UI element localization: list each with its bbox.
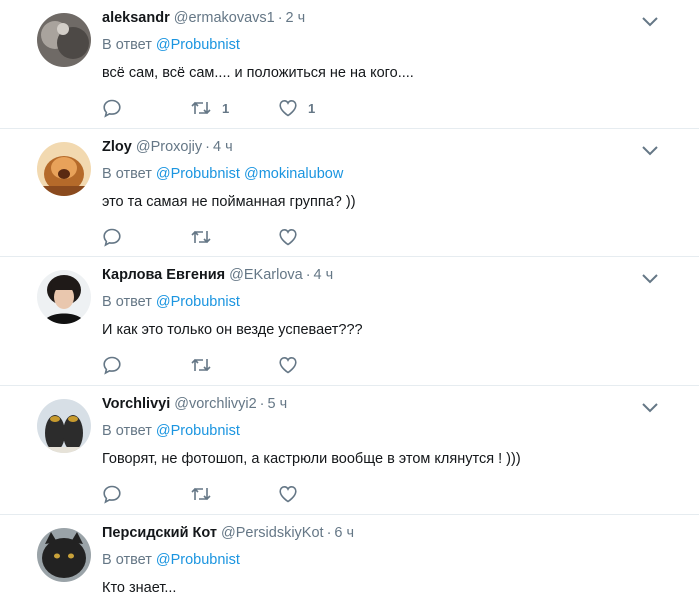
reply-bubble-icon: [103, 228, 121, 247]
tweet-header: Карлова Евгения @EKarlova · 4 ч: [102, 267, 333, 283]
reply-to-line: В ответ @Probubnist @mokinalubow: [102, 166, 343, 182]
reply-to-line: В ответ @Probubnist: [102, 423, 240, 439]
reply-button[interactable]: [102, 355, 122, 375]
retweet-icon: [191, 101, 211, 115]
tweet-text: это та самая не пойманная группа? )): [102, 194, 356, 210]
mention-link[interactable]: @Probubnist: [156, 423, 240, 439]
retweet-button[interactable]: [190, 355, 222, 375]
reply-button[interactable]: [102, 98, 122, 118]
user-name[interactable]: Zloy: [102, 139, 132, 155]
avatar[interactable]: [37, 528, 91, 582]
tweet[interactable]: aleksandr @ermakovavs1 · 2 ч В ответ @Prob…: [0, 0, 699, 129]
reply-to-line: В ответ @Probubnist: [102, 294, 240, 310]
tweet-time[interactable]: 5 ч: [268, 396, 288, 412]
user-handle[interactable]: @PersidskiyKot: [221, 525, 324, 541]
tweet-text: всё сам, всё сам.... и положиться не на …: [102, 65, 414, 81]
like-button[interactable]: [278, 484, 308, 504]
mention-link[interactable]: @Probubnist: [156, 37, 240, 53]
tweet[interactable]: Карлова Евгения @EKarlova · 4 ч В ответ @P…: [0, 257, 699, 386]
tweet-time[interactable]: 2 ч: [286, 10, 306, 26]
user-handle[interactable]: @vorchlivyi2: [174, 396, 256, 412]
reply-bubble-icon: [103, 485, 121, 504]
retweet-count: 1: [222, 100, 230, 116]
tweet-text: И как это только он везде успевает???: [102, 322, 363, 338]
reply-prefix: В ответ: [102, 552, 152, 568]
tweet-text: Говорят, не фотошоп, а кастрюли вообще в…: [102, 451, 521, 467]
reply-button[interactable]: [102, 484, 122, 504]
like-button[interactable]: 1: [278, 98, 315, 118]
tweet-time[interactable]: 4 ч: [314, 267, 334, 283]
reply-prefix: В ответ: [102, 423, 152, 439]
heart-icon: [279, 99, 297, 117]
like-button[interactable]: [278, 355, 308, 375]
chevron-down-icon[interactable]: [640, 401, 660, 415]
user-handle[interactable]: @EKarlova: [229, 267, 303, 283]
reply-bubble-icon: [103, 356, 121, 375]
chevron-down-icon[interactable]: [640, 144, 660, 158]
retweet-button[interactable]: [190, 227, 222, 247]
tweet-header: aleksandr @ermakovavs1 · 2 ч: [102, 10, 305, 26]
avatar[interactable]: [37, 142, 91, 196]
retweet-icon: [191, 487, 211, 501]
mention-link[interactable]: @Probubnist: [156, 552, 240, 568]
mention-link[interactable]: @Probubnist: [156, 166, 240, 182]
tweet[interactable]: Vorchlivyi @vorchlivyi2 · 5 ч В ответ @Pro…: [0, 386, 699, 515]
retweet-icon: [191, 230, 211, 244]
tweet-time[interactable]: 6 ч: [334, 525, 354, 541]
avatar[interactable]: [37, 270, 91, 324]
user-handle[interactable]: @Proxojiy: [136, 139, 202, 155]
user-name[interactable]: Карлова Евгения: [102, 267, 225, 283]
tweet-header: Zloy @Proxojiy · 4 ч: [102, 139, 233, 155]
user-handle[interactable]: @ermakovavs1: [174, 10, 275, 26]
mention-link[interactable]: @mokinalubow: [244, 166, 343, 182]
user-name[interactable]: aleksandr: [102, 10, 170, 26]
chevron-down-icon[interactable]: [640, 272, 660, 286]
tweet-header: Персидский Кот @PersidskiyKot · 6 ч: [102, 525, 354, 541]
reply-to-line: В ответ @Probubnist: [102, 37, 240, 53]
separator-dot: ·: [305, 267, 311, 283]
heart-icon: [279, 485, 297, 503]
avatar[interactable]: [37, 13, 91, 67]
user-name[interactable]: Персидский Кот: [102, 525, 217, 541]
mention-link[interactable]: @Probubnist: [156, 294, 240, 310]
separator-dot: ·: [259, 396, 265, 412]
separator-dot: ·: [205, 139, 210, 155]
reply-prefix: В ответ: [102, 166, 152, 182]
tweet-header: Vorchlivyi @vorchlivyi2 · 5 ч: [102, 396, 287, 412]
user-name[interactable]: Vorchlivyi: [102, 396, 170, 412]
retweet-icon: [191, 358, 211, 372]
separator-dot: ·: [277, 10, 283, 26]
separator-dot: ·: [326, 525, 332, 541]
heart-icon: [279, 228, 297, 246]
heart-icon: [279, 356, 297, 374]
reply-button[interactable]: [102, 227, 122, 247]
reply-bubble-icon: [103, 99, 121, 118]
tweet-time[interactable]: 4 ч: [213, 139, 233, 155]
retweet-button[interactable]: 1: [190, 98, 229, 118]
reply-to-line: В ответ @Probubnist: [102, 552, 240, 568]
tweet[interactable]: Персидский Кот @PersidskiyKot · 6 ч В отве…: [0, 515, 699, 599]
chevron-down-icon[interactable]: [640, 15, 660, 29]
like-button[interactable]: [278, 227, 308, 247]
reply-prefix: В ответ: [102, 294, 152, 310]
tweet-text: Кто знает...: [102, 580, 177, 596]
like-count: 1: [308, 100, 316, 116]
retweet-button[interactable]: [190, 484, 222, 504]
reply-prefix: В ответ: [102, 37, 152, 53]
avatar[interactable]: [37, 399, 91, 453]
tweet[interactable]: Zloy @Proxojiy · 4 ч В ответ @Probubnist @…: [0, 129, 699, 257]
